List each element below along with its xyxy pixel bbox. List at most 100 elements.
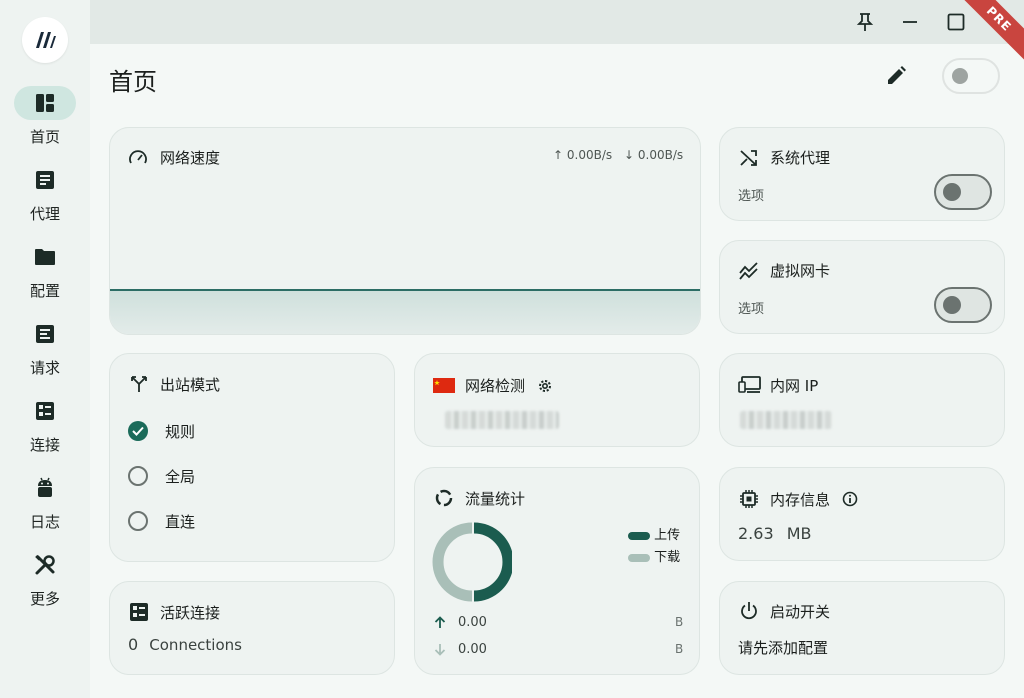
download-value: 0.00 — [458, 642, 487, 657]
maximize-button[interactable] — [942, 8, 970, 36]
sidebar-item-more[interactable]: 更多 — [0, 548, 90, 620]
memory-value: 2.63 — [738, 524, 774, 543]
info-icon[interactable] — [842, 491, 858, 507]
check-icon — [132, 426, 144, 436]
outbound-option-global[interactable]: 全局 — [128, 465, 195, 487]
card-title: 流量统计 — [465, 490, 526, 508]
startup-hint: 请先添加配置 — [738, 639, 829, 657]
card-title: 活跃连接 — [160, 604, 221, 622]
active-connections-card: 活跃连接 0 Connections — [109, 581, 395, 675]
card-title: 系统代理 — [770, 149, 831, 167]
request-icon — [14, 317, 76, 351]
sidebar-item-label: 日志 — [29, 513, 60, 531]
android-icon — [14, 471, 76, 505]
memory-card: 内存信息 2.63 MB — [719, 467, 1005, 561]
title-bar: PRE — [90, 0, 1024, 66]
sidebar-item-profiles[interactable]: 配置 — [0, 240, 90, 312]
redacted-ip — [740, 411, 832, 429]
connections-count-line: 0 Connections — [128, 635, 242, 654]
tun-toggle[interactable] — [934, 287, 992, 323]
network-speed-card: 网络速度 ↑ 0.00B/s ↓ 0.00B/s — [109, 127, 701, 335]
sidebar: 首页 代理 配置 请求 连接 日志 更多 — [0, 0, 90, 698]
app-logo — [22, 17, 68, 63]
upload-swatch — [628, 531, 650, 540]
edit-button[interactable] — [884, 64, 910, 90]
arrow-down-icon — [434, 644, 446, 656]
minimize-button[interactable] — [896, 8, 924, 36]
intranet-ip-card: 内网 IP — [719, 353, 1005, 447]
toggle-knob — [952, 68, 968, 84]
toggle-knob — [943, 296, 961, 314]
connections-list-icon — [130, 603, 148, 621]
redacted-ip — [445, 411, 559, 429]
sidebar-item-logs[interactable]: 日志 — [0, 471, 90, 543]
sidebar-item-label: 代理 — [29, 205, 60, 223]
network-check-card: 网络检测 — [414, 353, 700, 447]
sidebar-item-label: 配置 — [29, 282, 60, 300]
settings-gear-icon[interactable] — [537, 378, 553, 394]
upload-unit: B — [675, 615, 684, 629]
radio-unchecked — [128, 511, 148, 531]
system-proxy-toggle[interactable] — [934, 174, 992, 210]
minimize-icon — [903, 21, 917, 23]
options-label: 选项 — [738, 302, 765, 317]
speed-chart-area — [110, 291, 700, 334]
sidebar-item-home[interactable]: 首页 — [0, 86, 90, 158]
download-speed: ↓ 0.00B/s — [624, 148, 684, 162]
radio-label: 规则 — [165, 422, 196, 441]
card-title: 启动开关 — [770, 603, 831, 621]
connections-count: 0 — [128, 635, 139, 654]
connections-icon — [14, 394, 76, 428]
connections-label: Connections — [149, 636, 242, 654]
dashboard-icon — [14, 86, 76, 120]
card-title: 内网 IP — [770, 377, 819, 395]
radio-unchecked — [128, 466, 148, 486]
speed-chart-line — [110, 289, 700, 291]
arrow-up-icon — [434, 616, 446, 628]
radio-label: 全局 — [165, 467, 196, 486]
traffic-stats-card: 流量统计 上传 下载 0.00 B 0.00 B — [414, 467, 700, 675]
traffic-donut-chart — [432, 522, 512, 602]
sidebar-item-proxy[interactable]: 代理 — [0, 163, 90, 235]
outbound-option-direct[interactable]: 直连 — [128, 510, 195, 532]
devices-icon — [738, 376, 761, 393]
upload-value: 0.00 — [458, 615, 487, 630]
radio-checked — [128, 421, 148, 441]
download-arc — [432, 522, 473, 602]
sidebar-item-label: 请求 — [29, 359, 60, 377]
china-flag-icon — [433, 378, 455, 393]
startup-card: 启动开关 请先添加配置 — [719, 581, 1005, 675]
tun-card: 虚拟网卡 选项 — [719, 240, 1005, 334]
download-swatch — [628, 553, 650, 562]
legend-label: 上传 — [654, 528, 681, 543]
card-title: 出站模式 — [160, 376, 221, 394]
options-label: 选项 — [738, 189, 765, 204]
folder-icon — [14, 240, 76, 274]
upload-speed: ↑ 0.00B/s — [553, 148, 613, 162]
sidebar-item-requests[interactable]: 请求 — [0, 317, 90, 389]
list-icon — [14, 163, 76, 197]
power-icon — [741, 602, 757, 620]
sidebar-item-label: 首页 — [29, 128, 60, 146]
sidebar-item-connections[interactable]: 连接 — [0, 394, 90, 466]
trend-icon — [739, 262, 758, 280]
legend-label: 下载 — [654, 550, 681, 565]
memory-chip-icon — [740, 490, 758, 508]
pin-icon — [856, 13, 874, 31]
header-toggle[interactable] — [942, 58, 1000, 94]
legend-download: 下载 — [628, 546, 680, 565]
card-title: 内存信息 — [770, 491, 831, 509]
system-proxy-card: 系统代理 选项 — [719, 127, 1005, 221]
card-title: 网络速度 — [160, 149, 221, 167]
download-unit: B — [675, 642, 684, 656]
radio-label: 直连 — [165, 512, 196, 531]
speedometer-icon — [129, 150, 147, 164]
pin-button[interactable] — [851, 8, 879, 36]
memory-unit: MB — [786, 524, 812, 543]
memory-usage: 2.63 MB — [738, 524, 812, 543]
upload-arc — [473, 522, 512, 602]
pencil-icon — [888, 66, 906, 84]
fork-icon — [131, 376, 147, 392]
outbound-option-rule[interactable]: 规则 — [128, 420, 195, 442]
shuffle-icon — [740, 150, 757, 166]
